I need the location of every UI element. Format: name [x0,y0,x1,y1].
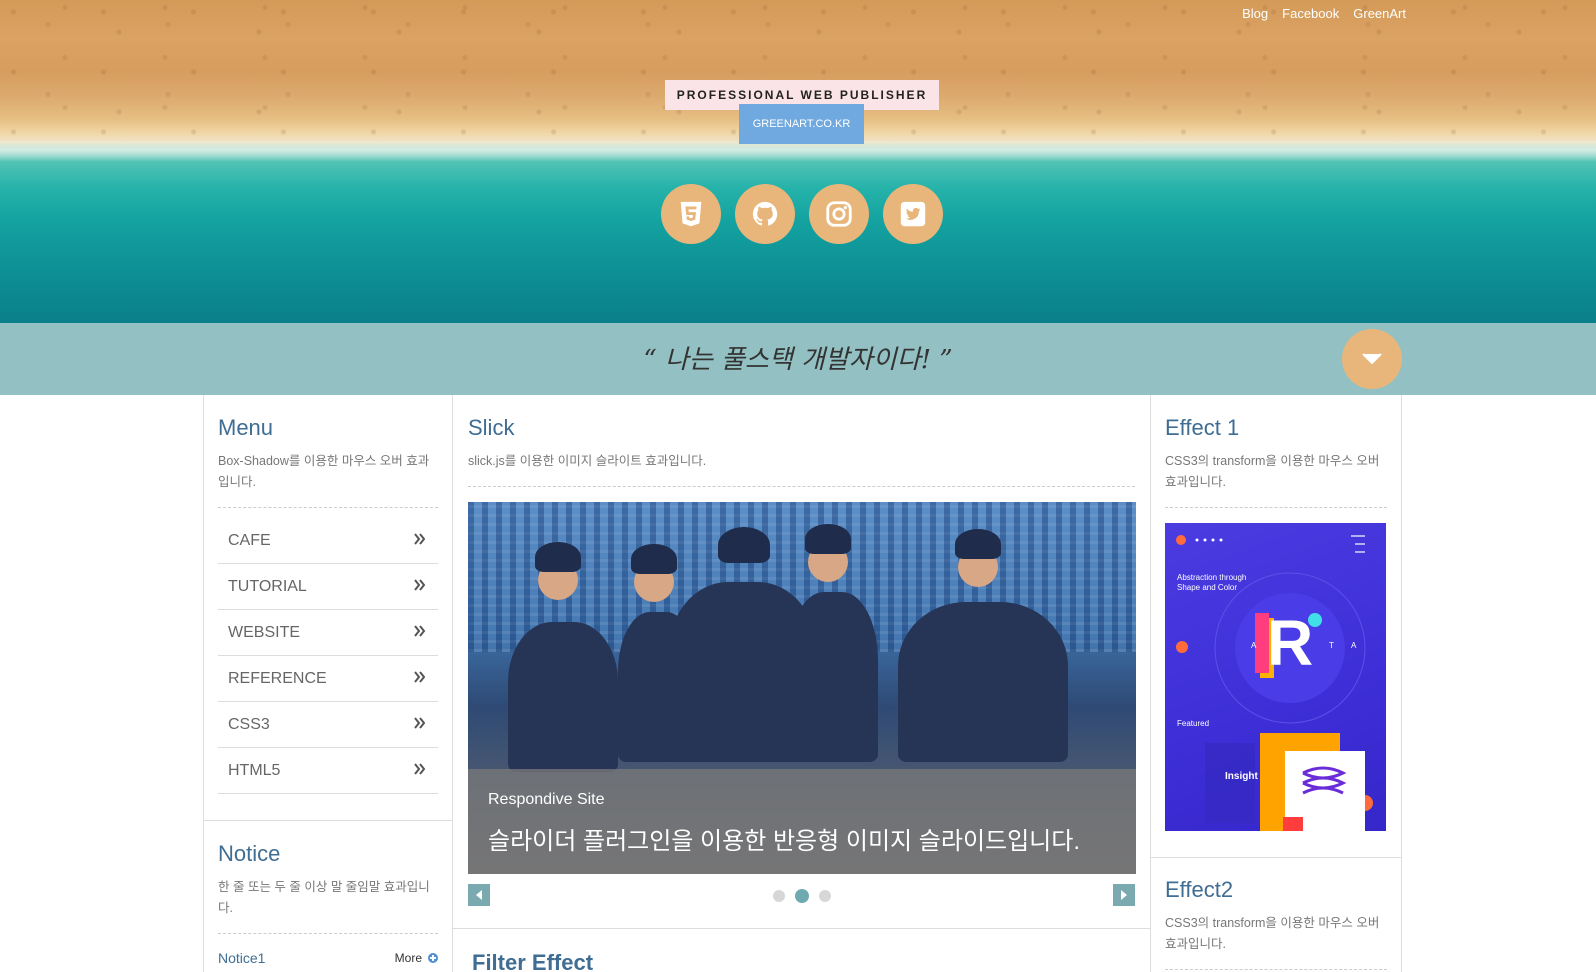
slider-dot[interactable] [818,890,831,902]
menu-desc: Box-Shadow를 이용한 마우스 오버 효과입니다. [218,454,430,489]
section-separator [204,820,452,821]
double-chevron-right-icon [414,625,426,637]
menu-item-label: CAFE [228,531,271,549]
middle-column: Slick slick.js를 이용한 이미지 슬라이트 효과입니다. Resp… [453,395,1151,972]
effect2-desc: CSS3의 transform을 이용한 마우스 오버 효과입니다. [1165,916,1380,951]
notice-row: Notice1 More [218,950,438,966]
more-label: More [394,951,422,965]
menu-item-label: TUTORIAL [228,577,307,595]
effect2-title: Effect2 [1165,877,1234,902]
left-column: Menu Box-Shadow를 이용한 마우스 오버 효과입니다. CAFE … [203,395,453,972]
scroll-down-button[interactable] [1342,329,1402,389]
social-html5[interactable] [661,184,721,244]
effect2-section: Effect2 CSS3의 transform을 이용한 마우스 오버 효과입니… [1165,877,1387,970]
social-twitter[interactable] [883,184,943,244]
effect1-section: Effect 1 CSS3의 transform을 이용한 마우스 오버 효과입… [1165,415,1387,831]
poster-featured: Featured [1177,719,1210,728]
notice-divider [218,933,438,934]
poster-letter-far: A [1351,641,1357,650]
slick-desc: slick.js를 이용한 이미지 슬라이트 효과입니다. [468,454,707,468]
section-separator [453,928,1150,929]
caret-down-icon [1362,353,1382,365]
menu-item-website[interactable]: WEBSITE [218,610,438,656]
right-column: Effect 1 CSS3의 transform을 이용한 마우스 오버 효과입… [1151,395,1402,972]
slick-section: Slick slick.js를 이용한 이미지 슬라이트 효과입니다. Resp… [468,415,1136,918]
menu-item-html5[interactable]: HTML5 [218,748,438,794]
effect2-divider [1165,969,1387,970]
menu-item-cafe[interactable]: CAFE [218,518,438,564]
slider-next-button[interactable] [1113,884,1135,906]
effect1-image[interactable]: Abstraction through Shape and Color R A … [1165,523,1386,831]
menu-item-css3[interactable]: CSS3 [218,702,438,748]
slider-dot[interactable] [772,890,785,902]
player-figure [898,602,1068,762]
double-chevron-right-icon [414,717,426,729]
slider-dots [468,889,1135,903]
top-link-facebook[interactable]: Facebook [1282,6,1339,21]
social-github[interactable] [735,184,795,244]
double-chevron-right-icon [414,671,426,683]
top-link-greenart[interactable]: GreenArt [1353,6,1406,21]
double-chevron-right-icon [414,579,426,591]
social-instagram[interactable] [809,184,869,244]
player-cap [631,544,677,574]
slide-caption: Respondive Site 슬라이더 플러그인을 이용한 반응형 이미지 슬… [468,769,1136,874]
poster-letter-right: T [1329,641,1334,650]
menu-title: Menu [218,415,274,440]
top-nav: Blog Facebook GreenArt [1242,6,1406,21]
poster-headline: Abstraction through Shape and Color [1177,573,1247,592]
slider-dot-active[interactable] [794,889,809,903]
menu-item-reference[interactable]: REFERENCE [218,656,438,702]
html5-icon [680,201,702,227]
player-cap [805,524,851,554]
player-cap [718,527,770,563]
site-link-button[interactable]: GREENART.CO.KR [739,104,864,144]
hero-banner: Blog Facebook GreenArt PROFESSIONAL WEB … [0,0,1596,323]
top-link-blog[interactable]: Blog [1242,6,1268,21]
caption-desc: 슬라이더 플러그인을 이용한 반응형 이미지 슬라이드입니다. [488,828,1081,855]
poster-insight: Insight [1225,771,1258,782]
social-links [661,184,943,244]
player-figure [788,592,878,762]
caret-right-icon [1121,890,1127,900]
plus-circle-icon [428,953,438,963]
player-figure [508,622,618,772]
notice-more-link[interactable]: More [395,950,438,966]
caption-title: Respondive Site [488,791,605,808]
instagram-icon [826,201,852,227]
menu-section: Menu Box-Shadow를 이용한 마우스 오버 효과입니다. CAFE … [218,415,438,794]
player-cap [955,529,1001,559]
slider-controls [468,874,1135,918]
menu-item-tutorial[interactable]: TUTORIAL [218,564,438,610]
player-cap [535,542,581,572]
quote-bar: “ 나는 풀스택 개발자이다! ” [0,323,1596,395]
menu-divider [218,507,438,508]
menu-list: CAFE TUTORIAL WEBSITE REFERENCE CSS3 HTM… [218,518,438,794]
notice-section: Notice 한 줄 또는 두 줄 이상 말 줄임말 효과입니다. Notice… [218,841,438,966]
notice-item-link[interactable]: Notice1 [218,950,265,966]
poster-letter-r: R [1267,607,1314,679]
double-chevron-right-icon [414,533,426,545]
slider-image[interactable]: Respondive Site 슬라이더 플러그인을 이용한 반응형 이미지 슬… [468,502,1136,874]
filter-effect-title: Filter Effect [472,950,594,972]
poster-letter-left: A [1251,641,1257,650]
notice-desc: 한 줄 또는 두 줄 이상 말 줄임말 효과입니다. [218,880,430,915]
section-separator [1151,857,1401,858]
menu-item-label: WEBSITE [228,623,301,641]
github-icon [752,201,778,226]
slick-divider [468,486,1135,487]
effect1-desc: CSS3의 transform을 이용한 마우스 오버 효과입니다. [1165,454,1380,489]
notice-title: Notice [218,841,281,866]
double-chevron-right-icon [414,763,426,775]
menu-item-label: CSS3 [228,715,270,733]
menu-item-label: HTML5 [228,761,281,779]
twitter-icon [900,201,926,227]
menu-item-label: REFERENCE [228,669,327,687]
slick-title: Slick [468,415,515,440]
effect1-title: Effect 1 [1165,415,1240,440]
effect1-divider [1165,507,1387,508]
